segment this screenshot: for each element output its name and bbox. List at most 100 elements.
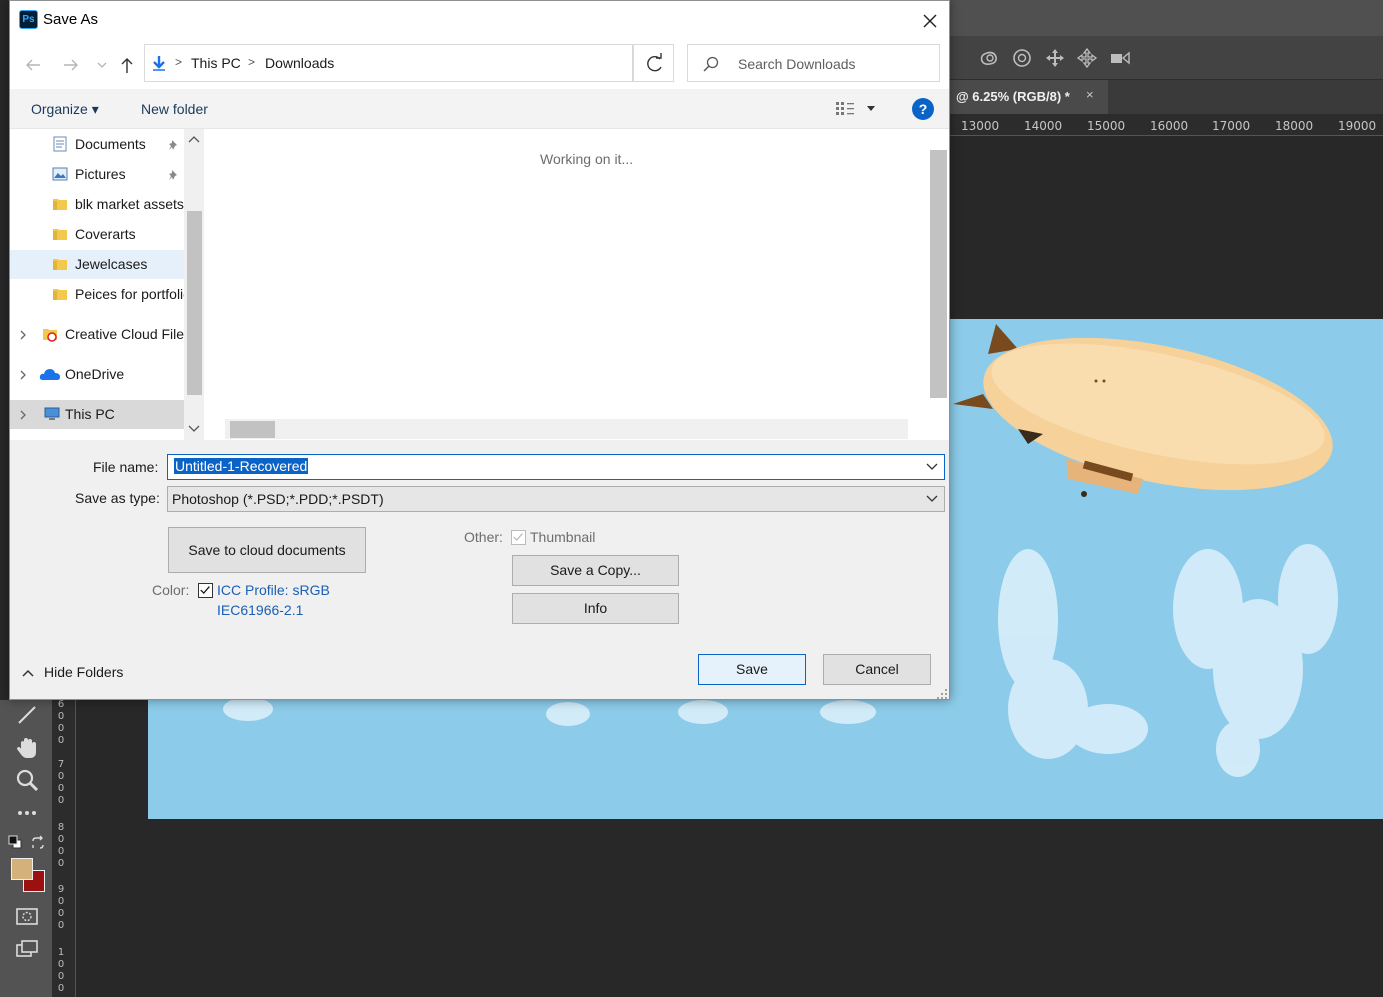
- nav-item-documents[interactable]: Documents: [10, 130, 184, 159]
- navigation-scroll-thumb[interactable]: [187, 211, 202, 395]
- ruler-label: 17000: [1212, 119, 1251, 133]
- help-icon[interactable]: ?: [912, 98, 934, 120]
- new-folder-button[interactable]: New folder: [141, 101, 208, 117]
- organize-button[interactable]: Organize ▾: [31, 101, 99, 118]
- ruler-label: 0: [57, 959, 65, 970]
- nav-item-label: Creative Cloud Files: [65, 326, 184, 342]
- resize-grip-icon[interactable]: [936, 687, 948, 699]
- address-bar[interactable]: > This PC > Downloads: [144, 44, 753, 82]
- hide-folders-label: Hide Folders: [44, 664, 124, 680]
- breadcrumb-this-pc[interactable]: This PC: [191, 55, 241, 71]
- ruler-label: 0: [57, 858, 65, 869]
- icc-profile-checkbox[interactable]: [198, 583, 213, 598]
- creative-cloud-folder-icon: [42, 326, 58, 342]
- file-name-dropdown-icon[interactable]: [926, 463, 938, 471]
- more-tools-icon[interactable]: [14, 800, 40, 826]
- pin-icon[interactable]: [168, 138, 180, 150]
- nav-item-label: Documents: [75, 136, 146, 152]
- refresh-button[interactable]: [633, 44, 674, 82]
- recent-locations-chevron-icon[interactable]: [96, 56, 108, 74]
- navigation-scrollbar[interactable]: [184, 129, 204, 440]
- scale-3d-icon[interactable]: [1109, 47, 1131, 69]
- default-colors-icon[interactable]: [8, 835, 22, 849]
- document-tab-close-icon[interactable]: ×: [1086, 87, 1094, 102]
- thumbnail-label: Thumbnail: [530, 529, 596, 545]
- slide-3d-icon[interactable]: [1076, 47, 1098, 69]
- screen-mode-icon[interactable]: [14, 936, 40, 962]
- file-list-vertical-scrollbar[interactable]: [929, 129, 949, 440]
- breadcrumb-chevron-icon[interactable]: >: [248, 55, 255, 69]
- ruler-label: 0: [57, 983, 65, 994]
- save-a-copy-button[interactable]: Save a Copy...: [512, 555, 679, 586]
- expand-chevron-icon[interactable]: [18, 328, 28, 340]
- icc-profile-label: ICC Profile: sRGB: [217, 582, 330, 598]
- change-view-icon[interactable]: [834, 100, 856, 118]
- ruler-label: 0: [57, 771, 65, 782]
- downloads-arrow-icon: [151, 55, 167, 71]
- ruler-label: 0: [57, 795, 65, 806]
- info-button[interactable]: Info: [512, 593, 679, 624]
- vertical-ruler: 6 0 0 0 7 0 0 0 8 0 0 0 9 0 0 0 1 0 0 0: [52, 700, 76, 997]
- file-name-field[interactable]: Untitled-1-Recovered: [167, 454, 945, 480]
- nav-item-this-pc[interactable]: This PC: [10, 400, 184, 429]
- nav-item-creative-cloud-files[interactable]: Creative Cloud Files: [10, 320, 184, 349]
- nav-item-blk-market-assets[interactable]: blk market assets: [10, 190, 184, 219]
- loading-status: Working on it...: [540, 151, 634, 167]
- onedrive-icon: [39, 366, 61, 382]
- search-downloads-box[interactable]: Search Downloads: [687, 44, 940, 82]
- back-arrow-icon[interactable]: [24, 56, 42, 74]
- save-as-type-select[interactable]: Photoshop (*.PSD;*.PDD;*.PSDT): [167, 486, 945, 512]
- orbit-3d-icon[interactable]: [978, 47, 1000, 69]
- search-icon: [702, 55, 720, 73]
- document-tab[interactable]: @ 6.25% (RGB/8) *: [950, 80, 1108, 114]
- scroll-up-icon[interactable]: [184, 133, 204, 147]
- expand-chevron-icon[interactable]: [18, 408, 28, 420]
- folder-icon: [52, 226, 68, 242]
- nav-item-peices-for-portfolio[interactable]: Peices for portfolio: [10, 280, 184, 309]
- save-button[interactable]: Save: [698, 654, 806, 685]
- swap-colors-icon[interactable]: [30, 835, 46, 851]
- expand-chevron-icon[interactable]: [18, 368, 28, 380]
- horizontal-scroll-thumb[interactable]: [230, 421, 275, 438]
- file-list-horizontal-scrollbar[interactable]: [225, 419, 908, 439]
- roll-3d-icon[interactable]: [1011, 47, 1033, 69]
- hand-tool-icon[interactable]: [14, 735, 40, 761]
- file-name-label: File name:: [93, 459, 159, 475]
- ruler-label: 0: [57, 920, 65, 931]
- close-icon[interactable]: [916, 7, 944, 35]
- ruler-label: 0: [57, 908, 65, 919]
- file-name-value[interactable]: Untitled-1-Recovered: [174, 458, 309, 474]
- save-as-type-dropdown-icon[interactable]: [926, 495, 938, 503]
- photoshop-app-icon: Ps: [19, 10, 38, 29]
- nav-item-label: Coverarts: [75, 226, 136, 242]
- search-input[interactable]: Search Downloads: [738, 56, 856, 72]
- nav-item-coverarts[interactable]: Coverarts: [10, 220, 184, 249]
- nav-item-onedrive[interactable]: OneDrive: [10, 360, 184, 389]
- foreground-color-swatch[interactable]: [11, 858, 33, 880]
- up-arrow-icon[interactable]: [118, 56, 136, 74]
- horizontal-ruler: 13000 14000 15000 16000 17000 18000 1900…: [950, 114, 1383, 136]
- breadcrumb-chevron-icon: >: [175, 55, 183, 69]
- chevron-up-icon: [22, 669, 34, 677]
- save-to-cloud-documents-button[interactable]: Save to cloud documents: [168, 527, 366, 573]
- nav-item-pictures[interactable]: Pictures: [10, 160, 184, 189]
- nav-item-jewelcases[interactable]: Jewelcases: [10, 250, 184, 279]
- file-list-pane[interactable]: Working on it...: [205, 129, 949, 440]
- forward-arrow-icon[interactable]: [62, 56, 80, 74]
- view-options-dropdown-icon[interactable]: [866, 101, 876, 115]
- zoom-tool-icon[interactable]: [14, 767, 40, 793]
- scroll-down-icon[interactable]: [184, 421, 204, 435]
- vertical-scroll-thumb[interactable]: [930, 150, 947, 398]
- pan-3d-icon[interactable]: [1044, 47, 1066, 69]
- dialog-titlebar[interactable]: Ps Save As: [10, 1, 949, 39]
- pin-icon[interactable]: [168, 168, 180, 180]
- quick-mask-icon[interactable]: [14, 903, 40, 929]
- color-label: Color:: [152, 582, 190, 598]
- nav-item-label: Peices for portfolio: [75, 286, 184, 302]
- ruler-label: 14000: [1024, 119, 1063, 133]
- line-tool-icon[interactable]: [14, 702, 40, 728]
- ruler-label: 0: [57, 834, 65, 845]
- cancel-button[interactable]: Cancel: [823, 654, 931, 685]
- breadcrumb-downloads[interactable]: Downloads: [265, 55, 334, 71]
- thumbnail-checkbox[interactable]: [511, 530, 526, 545]
